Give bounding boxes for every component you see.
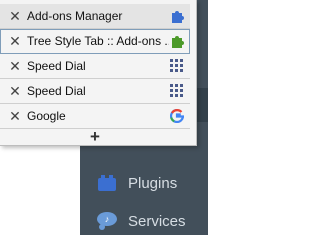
- tab-title: Speed Dial: [27, 59, 86, 73]
- google-icon: [169, 108, 185, 124]
- svg-text:♪: ♪: [105, 214, 110, 224]
- close-icon[interactable]: ✕: [8, 34, 22, 48]
- sidebar-item-plugins[interactable]: Plugins: [80, 164, 208, 202]
- services-icon: ♪: [96, 210, 118, 232]
- grid-icon: [169, 83, 185, 99]
- tab-item[interactable]: ✕ Tree Style Tab :: Add-ons ...: [0, 29, 190, 54]
- tab-item[interactable]: ✕ Speed Dial: [0, 79, 190, 104]
- sidebar-item-label: Services: [128, 212, 186, 230]
- tab-item[interactable]: ✕ Add-ons Manager: [0, 4, 190, 29]
- green-puzzle-icon: [169, 33, 185, 49]
- plugin-icon: [96, 172, 118, 194]
- close-icon[interactable]: ✕: [8, 109, 22, 123]
- grid-icon: [169, 58, 185, 74]
- tab-item[interactable]: ✕ Speed Dial: [0, 54, 190, 79]
- close-icon[interactable]: ✕: [8, 84, 22, 98]
- tab-item[interactable]: ✕ Google: [0, 104, 190, 129]
- tab-title: Add-ons Manager: [27, 9, 123, 23]
- tab-list-dropdown: ✕ Add-ons Manager ✕ Tree Style Tab :: Ad…: [0, 0, 197, 146]
- tab-title: Speed Dial: [27, 84, 86, 98]
- new-tab-button[interactable]: +: [0, 127, 190, 146]
- sidebar-item-label: Plugins: [128, 174, 178, 192]
- puzzle-icon: [169, 8, 185, 24]
- close-icon[interactable]: ✕: [8, 59, 22, 73]
- tab-title: Tree Style Tab :: Add-ons ...: [27, 34, 169, 48]
- tab-title: Google: [27, 109, 66, 123]
- close-icon[interactable]: ✕: [8, 9, 22, 23]
- sidebar-item-services[interactable]: ♪ Services: [80, 202, 208, 240]
